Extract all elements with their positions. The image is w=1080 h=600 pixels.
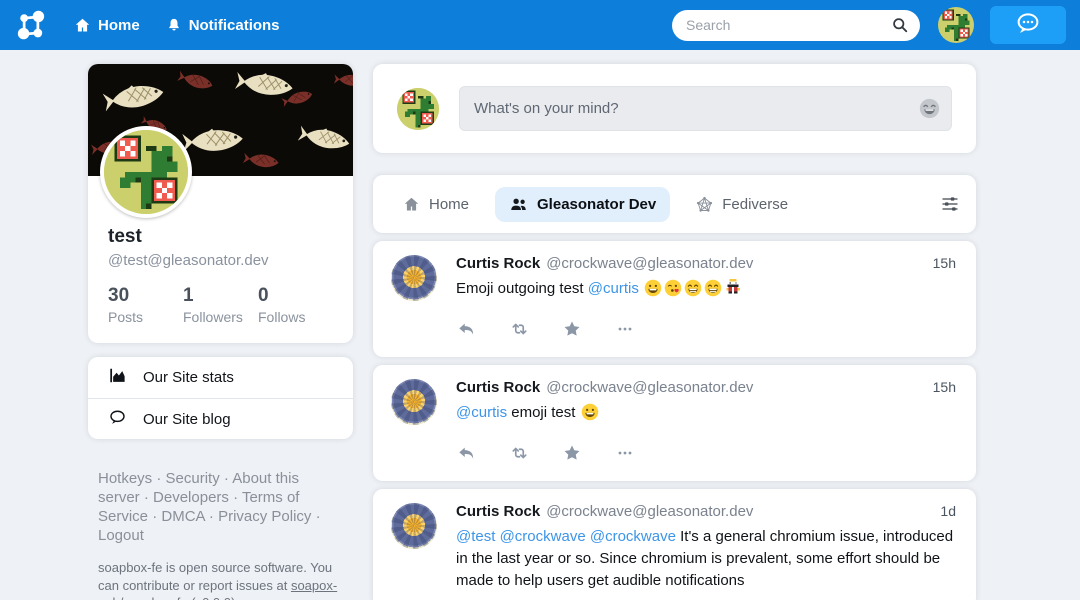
beaming-face-emoji xyxy=(704,279,722,297)
nav-home-link[interactable]: Home xyxy=(74,17,140,34)
pixel-mascot-emoji xyxy=(724,279,742,297)
more-options-icon[interactable] xyxy=(615,443,635,463)
nav-home-label: Home xyxy=(98,17,140,34)
post-handle: @crockwave@gleasonator.dev xyxy=(546,255,753,272)
post-timestamp[interactable]: 15h xyxy=(933,379,956,395)
post-author-avatar[interactable] xyxy=(391,379,437,425)
fediverse-icon xyxy=(696,196,713,213)
timeline-settings-icon[interactable] xyxy=(940,194,960,214)
post-timestamp[interactable]: 1d xyxy=(940,503,956,519)
feed: Curtis Rock @crockwave@gleasonator.dev 1… xyxy=(373,241,976,600)
post: Curtis Rock @crockwave@gleasonator.dev 1… xyxy=(373,365,976,481)
compose-input[interactable] xyxy=(459,86,952,131)
favourite-icon[interactable] xyxy=(562,319,582,339)
post-author[interactable]: Curtis Rock xyxy=(456,255,540,272)
compose-avatar[interactable] xyxy=(397,88,439,130)
post-author-avatar[interactable] xyxy=(391,255,437,301)
favourite-icon[interactable] xyxy=(562,443,582,463)
account-avatar[interactable] xyxy=(938,7,974,43)
top-navbar: Home Notifications xyxy=(0,0,1080,50)
chat-button[interactable] xyxy=(990,6,1066,44)
mention-link[interactable]: @crockwave xyxy=(500,528,586,545)
face-blowing-kiss-emoji xyxy=(664,279,682,297)
post-timestamp[interactable]: 15h xyxy=(933,255,956,271)
mention-link[interactable]: @curtis xyxy=(588,280,639,297)
post: Curtis Rock @crockwave@gleasonator.dev 1… xyxy=(373,241,976,357)
footer-link[interactable]: Privacy Policy xyxy=(218,508,311,525)
site-stats-link[interactable]: Our Site stats xyxy=(88,357,353,398)
footer-link[interactable]: Logout xyxy=(98,527,144,544)
main-column: Home Gleasonator Dev xyxy=(373,64,976,600)
post-content: @curtis emoji test xyxy=(456,402,956,424)
nav-notifications-link[interactable]: Notifications xyxy=(166,17,280,34)
post-author[interactable]: Curtis Rock xyxy=(456,379,540,396)
footer-links: Hotkeys · Security · About this server ·… xyxy=(98,469,333,545)
post-content: Emoji outgoing test @curtis xyxy=(456,278,956,300)
profile-stats: 30 Posts 1 Followers 0 Follows xyxy=(88,269,353,343)
site-blog-link[interactable]: Our Site blog xyxy=(88,398,353,439)
stat-posts[interactable]: 30 Posts xyxy=(108,285,183,325)
left-sidebar: test @test@gleasonator.dev 30 Posts 1 Fo… xyxy=(88,64,353,600)
post-handle: @crockwave@gleasonator.dev xyxy=(546,503,753,520)
tab-fediverse[interactable]: Fediverse xyxy=(682,187,802,222)
post-author[interactable]: Curtis Rock xyxy=(456,503,540,520)
post-author-avatar[interactable] xyxy=(391,503,437,549)
beaming-face-emoji xyxy=(684,279,702,297)
chart-area-icon xyxy=(108,366,127,389)
post-handle: @crockwave@gleasonator.dev xyxy=(546,379,753,396)
gleasonator-logo-icon[interactable] xyxy=(14,8,48,42)
grinning-face-emoji xyxy=(581,403,599,421)
footer-link[interactable]: Developers xyxy=(153,489,229,506)
post-content: @test @crockwave @crockwave It's a gener… xyxy=(456,526,956,592)
search-icon[interactable] xyxy=(890,15,910,40)
home-icon xyxy=(74,17,91,34)
footer-about: soapbox-fe is open source software. You … xyxy=(98,559,348,600)
stat-followers[interactable]: 1 Followers xyxy=(183,285,258,325)
comment-icon xyxy=(108,408,127,431)
post-actions xyxy=(456,443,956,463)
chat-bubble-icon xyxy=(1013,11,1043,40)
tab-home[interactable]: Home xyxy=(389,187,483,222)
profile-avatar[interactable] xyxy=(100,126,192,218)
post: Curtis Rock @crockwave@gleasonator.dev 1… xyxy=(373,489,976,600)
profile-handle: @test@gleasonator.dev xyxy=(108,252,333,269)
site-stats-label: Our Site stats xyxy=(143,369,234,386)
grinning-face-emoji xyxy=(644,279,662,297)
reply-icon[interactable] xyxy=(456,443,476,463)
footer-link[interactable]: DMCA xyxy=(161,508,204,525)
stat-follows[interactable]: 0 Follows xyxy=(258,285,333,325)
repost-icon[interactable] xyxy=(509,443,529,463)
search-bar xyxy=(672,10,920,41)
home-icon xyxy=(403,196,420,213)
more-options-icon[interactable] xyxy=(615,319,635,339)
repost-icon[interactable] xyxy=(509,319,529,339)
mention-link[interactable]: @crockwave xyxy=(590,528,676,545)
mention-link[interactable]: @curtis xyxy=(456,404,507,421)
nav-notifications-label: Notifications xyxy=(189,17,280,34)
emoji-picker-icon[interactable] xyxy=(919,98,940,119)
site-blog-label: Our Site blog xyxy=(143,411,231,428)
profile-name[interactable]: test xyxy=(108,226,333,248)
footer-link[interactable]: Security xyxy=(166,470,220,487)
site-menu: Our Site stats Our Site blog xyxy=(88,357,353,439)
footer-link[interactable]: Hotkeys xyxy=(98,470,152,487)
bell-icon xyxy=(166,17,182,34)
users-icon xyxy=(509,196,528,213)
tab-gleasonator-dev[interactable]: Gleasonator Dev xyxy=(495,187,670,222)
reply-icon[interactable] xyxy=(456,319,476,339)
compose-card xyxy=(373,64,976,153)
mention-link[interactable]: @test xyxy=(456,528,495,545)
post-actions xyxy=(456,319,956,339)
timeline-tabs: Home Gleasonator Dev xyxy=(373,175,976,233)
page-content: test @test@gleasonator.dev 30 Posts 1 Fo… xyxy=(0,0,1080,600)
search-input[interactable] xyxy=(672,10,920,41)
profile-card: test @test@gleasonator.dev 30 Posts 1 Fo… xyxy=(88,64,353,343)
